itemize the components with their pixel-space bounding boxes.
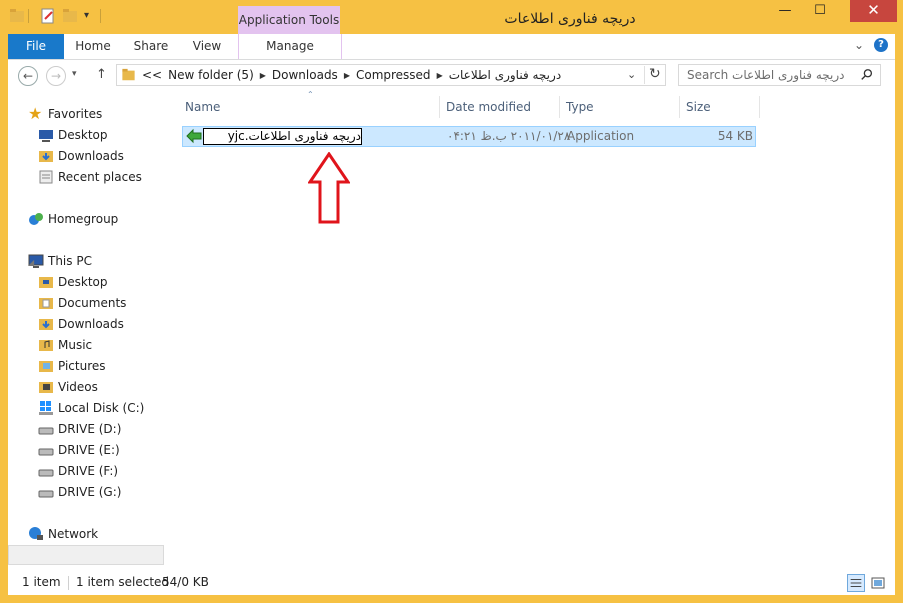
drive-icon [38, 448, 54, 456]
status-bar: 1 item 1 item selected 54/0 KB [8, 572, 895, 595]
search-box[interactable]: Search دریچه فناوری اطلاعات [678, 64, 881, 86]
desktop-folder-icon [39, 277, 53, 288]
file-row[interactable]: دریچه فناوری اطلاعات.yjc ۲۰۱۱/۰۱/۲۸ ب.ظ … [182, 126, 756, 147]
chevron-right-icon[interactable]: ▶ [344, 71, 350, 80]
network-icon [29, 527, 43, 540]
title-bar: ▾ Application Tools دریچه فناوری اطلاعات… [0, 0, 903, 34]
file-type: Application [567, 129, 635, 143]
quick-access-dropdown-icon[interactable]: ▾ [84, 10, 89, 21]
expand-this-pc-icon[interactable]: ◢ [28, 258, 34, 267]
folder-icon [122, 68, 135, 81]
refresh-icon[interactable]: ↻ [649, 66, 661, 82]
downloads-folder-icon [39, 151, 53, 162]
new-folder-icon[interactable] [62, 8, 78, 24]
properties-icon[interactable] [40, 8, 56, 24]
details-view-icon[interactable] [847, 574, 865, 592]
address-dropdown-icon[interactable]: ⌄ [627, 68, 636, 81]
star-icon: ★ [28, 104, 43, 123]
nav-selection-highlight [8, 545, 164, 565]
close-button[interactable]: ✕ [850, 0, 897, 22]
red-up-arrow-annotation [308, 152, 350, 224]
sort-ascending-icon: ⌃ [307, 90, 314, 99]
column-name[interactable]: Name [185, 96, 220, 118]
navigation-pane: ★ Favorites Desktop Downloads Recent pla… [8, 98, 168, 568]
homegroup-icon [29, 213, 43, 225]
recent-places-icon [39, 170, 53, 184]
back-button[interactable]: ← [18, 66, 38, 86]
music-folder-icon [39, 340, 53, 351]
status-selected-size: 54/0 KB [162, 575, 209, 589]
tab-file[interactable]: File [8, 34, 64, 59]
status-item-count: 1 item [22, 575, 61, 589]
back-arrow-app-icon [186, 128, 202, 144]
pictures-folder-icon [39, 361, 53, 372]
downloads-folder-icon [39, 319, 53, 330]
desktop-icon [39, 130, 53, 142]
chevron-right-icon[interactable]: ▶ [437, 71, 443, 80]
expand-ribbon-icon[interactable]: ⌄ [854, 38, 864, 52]
documents-folder-icon [39, 298, 53, 309]
folder-icon [10, 9, 24, 22]
context-tab-application-tools: Application Tools [238, 6, 340, 34]
windows-drive-icon [39, 401, 53, 415]
column-size[interactable]: Size [686, 96, 711, 118]
rename-input[interactable]: دریچه فناوری اطلاعات.yjc [203, 128, 362, 145]
breadcrumb-compressed[interactable]: Compressed [356, 68, 431, 82]
window-content: File Home Share View Manage ⌄ ? ← → ▾ ↑ … [8, 34, 895, 595]
drive-icon [38, 427, 54, 435]
tab-view[interactable]: View [182, 34, 232, 59]
videos-folder-icon [39, 382, 53, 393]
file-date-modified: ۲۰۱۱/۰۱/۲۸ ب.ظ ۰۴:۲۱ [447, 129, 571, 143]
tab-share[interactable]: Share [126, 34, 176, 59]
ribbon: File Home Share View Manage ⌄ ? [8, 34, 895, 60]
minimize-button[interactable]: — [770, 0, 800, 22]
column-type[interactable]: Type [566, 96, 594, 118]
tab-manage[interactable]: Manage [238, 34, 342, 59]
breadcrumb-overflow[interactable]: << [142, 68, 162, 82]
forward-button[interactable]: → [46, 66, 66, 86]
help-icon[interactable]: ? [874, 38, 888, 52]
up-button[interactable]: ↑ [96, 67, 107, 82]
search-icon[interactable] [860, 68, 874, 82]
breadcrumb-current-folder[interactable]: دریچه فناوری اطلاعات [449, 68, 561, 82]
drive-icon [38, 469, 54, 477]
column-date-modified[interactable]: Date modified [446, 96, 531, 118]
explorer-window: ▾ Application Tools دریچه فناوری اطلاعات… [0, 0, 903, 603]
file-size: 54 KB [717, 129, 753, 143]
large-icons-view-icon[interactable] [869, 574, 887, 592]
search-placeholder: Search دریچه فناوری اطلاعات [687, 68, 845, 82]
chevron-right-icon[interactable]: ▶ [260, 71, 266, 80]
column-headers: ⌃ Name Date modified Type Size [180, 90, 760, 118]
tab-home[interactable]: Home [68, 34, 118, 59]
address-bar[interactable]: << New folder (5) ▶ Downloads ▶ Compress… [116, 64, 666, 86]
status-selected: 1 item selected [76, 575, 170, 589]
breadcrumb-new-folder[interactable]: New folder (5) [168, 68, 254, 82]
drive-icon [38, 490, 54, 498]
recent-locations-icon[interactable]: ▾ [72, 69, 77, 79]
maximize-button[interactable]: ☐ [805, 0, 835, 22]
breadcrumb-downloads[interactable]: Downloads [272, 68, 338, 82]
window-title: دریچه فناوری اطلاعات [504, 11, 636, 27]
